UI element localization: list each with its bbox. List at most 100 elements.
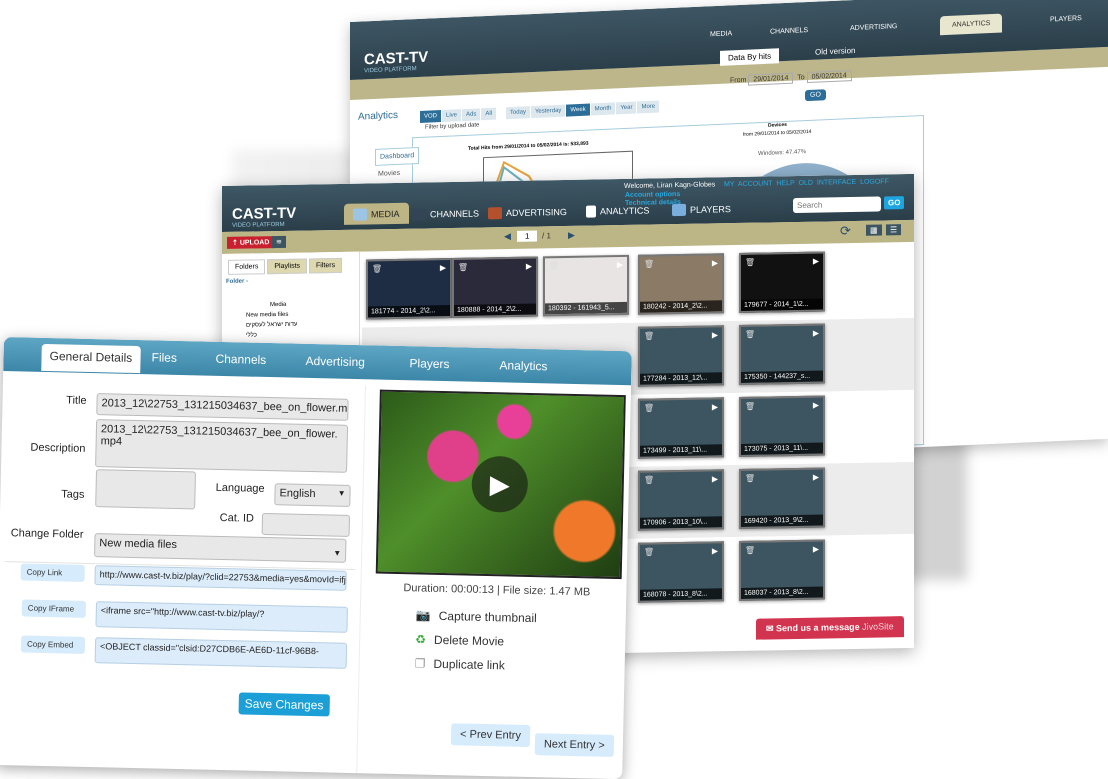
video-preview[interactable]: ▶ xyxy=(375,389,626,580)
tab-advertising[interactable]: ADVERTISING xyxy=(850,23,897,32)
tab-players[interactable]: PLAYERS xyxy=(672,203,731,217)
play-icon[interactable]: ▶ xyxy=(712,258,718,267)
play-icon[interactable]: ▶ xyxy=(712,330,718,339)
go-button[interactable]: GO xyxy=(805,89,826,102)
duplicate-link-action[interactable]: ❐ Duplicate link xyxy=(415,656,505,672)
subtab-data-by-hits[interactable]: Data By hits xyxy=(720,48,780,66)
subtab-old-version[interactable]: Old version xyxy=(815,46,855,57)
media-thumbnail[interactable]: 🗑 ▶ 173499 - 2013_11\... xyxy=(638,397,724,459)
media-thumbnail[interactable]: 🗑 ▶ 179677 - 2014_1\2... xyxy=(739,251,825,313)
live-button[interactable]: Live xyxy=(442,109,462,122)
copy-embed-button[interactable]: Copy Embed xyxy=(20,635,86,654)
tab-media[interactable]: MEDIA xyxy=(344,202,409,225)
media-thumbnail[interactable]: 🗑 ▶ 168037 - 2013_8\2... xyxy=(739,539,825,601)
next-entry-button[interactable]: Next Entry > xyxy=(534,733,614,757)
play-icon[interactable]: ▶ xyxy=(712,546,718,555)
trash-icon[interactable]: 🗑 xyxy=(372,264,382,273)
logoff-link[interactable]: LOGOFF xyxy=(860,178,889,186)
trash-icon[interactable]: 🗑 xyxy=(644,331,654,340)
media-thumbnail[interactable]: 🗑 ▶ 177284 - 2013_12\... xyxy=(638,325,724,387)
more-dropdown[interactable]: More xyxy=(637,100,660,114)
play-icon[interactable]: ▶ xyxy=(712,402,718,411)
week-button[interactable]: Week xyxy=(566,103,590,117)
media-thumbnail[interactable]: 🗑 ▶ 175350 - 144237_s... xyxy=(739,323,825,385)
tab-analytics[interactable]: Analytics xyxy=(499,358,547,373)
folder-select[interactable]: New media files ▼ xyxy=(94,533,347,563)
month-button[interactable]: Month xyxy=(590,102,616,116)
media-thumbnail[interactable]: 🗑 ▶ 180392 - 161943_5... xyxy=(543,254,629,317)
trash-icon[interactable]: 🗑 xyxy=(745,330,755,339)
wifi-icon[interactable]: ≋ xyxy=(272,235,286,249)
tab-advertising[interactable]: ADVERTISING xyxy=(488,206,567,220)
page-input[interactable]: 1 xyxy=(517,230,538,242)
play-icon[interactable]: ▶ xyxy=(813,257,819,266)
media-thumbnail[interactable]: 🗑 ▶ 181774 - 2014_2\2... xyxy=(366,257,452,320)
tab-channels[interactable]: Channels xyxy=(215,352,266,367)
next-page-icon[interactable]: ▶ xyxy=(568,230,575,241)
ads-button[interactable]: Ads xyxy=(462,108,481,122)
trash-icon[interactable]: 🗑 xyxy=(745,546,755,555)
copy-iframe-button[interactable]: Copy IFrame xyxy=(21,599,87,618)
trash-icon[interactable]: 🗑 xyxy=(458,263,468,272)
play-icon[interactable]: ▶ xyxy=(813,473,819,482)
media-thumbnail[interactable]: 🗑 ▶ 173075 - 2013_11\... xyxy=(739,395,825,457)
to-date-input[interactable]: 05/02/2014 xyxy=(806,70,852,84)
my-account-link[interactable]: MY ACCOUNT xyxy=(724,180,772,188)
from-date-input[interactable]: 29/01/2014 xyxy=(748,72,794,86)
filter-checkbox[interactable]: Filter by upload date xyxy=(425,122,479,130)
year-button[interactable]: Year xyxy=(616,101,637,115)
prev-entry-button[interactable]: < Prev Entry xyxy=(450,723,531,748)
tab-general-details[interactable]: General Details xyxy=(41,343,141,374)
media-thumbnail[interactable]: 🗑 ▶ 180242 - 2014_2\2... xyxy=(638,253,724,315)
description-input[interactable]: 2013_12\22753_131215034637_bee_on_flower… xyxy=(95,419,349,473)
iframe-field[interactable]: <iframe src="http://www.cast-tv.biz/play… xyxy=(95,601,348,633)
tab-players[interactable]: PLAYERS xyxy=(1050,15,1082,23)
refresh-icon[interactable]: ⟳ xyxy=(840,223,851,239)
help-link[interactable]: HELP xyxy=(776,180,794,187)
cat-id-input[interactable] xyxy=(261,512,351,537)
capture-thumbnail-action[interactable]: 📷 Capture thumbnail xyxy=(416,608,537,625)
tab-channels[interactable]: CHANNELS xyxy=(770,27,808,36)
tab-players[interactable]: Players xyxy=(409,356,449,371)
trash-icon[interactable]: 🗑 xyxy=(745,474,755,483)
play-icon[interactable]: ▶ xyxy=(471,455,529,513)
yesterday-button[interactable]: Yesterday xyxy=(530,104,566,119)
prev-page-icon[interactable]: ◀ xyxy=(504,231,511,242)
tab-files[interactable]: Files xyxy=(151,350,177,365)
tab-channels[interactable]: CHANNELS xyxy=(412,208,479,221)
trash-icon[interactable]: 🗑 xyxy=(644,547,654,556)
title-input[interactable]: 2013_12\22753_131215034637_bee_on_flower… xyxy=(96,393,349,421)
trash-icon[interactable]: 🗑 xyxy=(644,403,654,412)
embed-field[interactable]: <OBJECT classid="clsid:D27CDB6E-AE6D-11c… xyxy=(94,637,348,669)
trash-icon[interactable]: 🗑 xyxy=(745,258,755,267)
trash-icon[interactable]: 🗑 xyxy=(644,475,654,484)
old-interface-link[interactable]: OLD INTERFACE xyxy=(799,179,857,187)
account-options-link[interactable]: Account options xyxy=(625,191,680,199)
tags-input[interactable] xyxy=(95,469,197,510)
side-movies[interactable]: Movies xyxy=(378,170,400,178)
search-input[interactable] xyxy=(793,196,881,214)
chat-widget[interactable]: ✉ Send us a message JivoSite xyxy=(756,616,904,640)
list-view-icon[interactable]: ☰ xyxy=(886,224,902,236)
media-thumbnail[interactable]: 🗑 ▶ 169420 - 2013_9\2... xyxy=(739,467,825,529)
media-thumbnail[interactable]: 🗑 ▶ 168078 - 2013_8\2... xyxy=(638,541,724,603)
today-button[interactable]: Today xyxy=(505,106,530,120)
play-icon[interactable]: ▶ xyxy=(813,329,819,338)
language-select[interactable]: English ▼ xyxy=(274,483,351,507)
grid-view-icon[interactable]: ▦ xyxy=(866,224,882,236)
copy-link-button[interactable]: Copy Link xyxy=(20,563,85,582)
save-changes-button[interactable]: Save Changes xyxy=(238,692,330,717)
tab-advertising[interactable]: Advertising xyxy=(305,354,365,369)
upload-button[interactable]: ⇡ UPLOAD xyxy=(227,236,275,249)
trash-icon[interactable]: 🗑 xyxy=(644,259,654,268)
vod-button[interactable]: VOD xyxy=(420,110,442,123)
media-thumbnail[interactable]: 🗑 ▶ 180888 - 2014_2\2... xyxy=(452,256,538,318)
media-thumbnail[interactable]: 🗑 ▶ 170906 - 2013_10\... xyxy=(638,469,724,531)
all-button[interactable]: All xyxy=(481,107,497,121)
tab-analytics[interactable]: ANALYTICS xyxy=(940,13,1003,36)
tab-analytics[interactable]: ANALYTICS xyxy=(586,205,649,218)
trash-icon[interactable]: 🗑 xyxy=(549,261,559,270)
play-icon[interactable]: ▶ xyxy=(813,545,819,554)
play-icon[interactable]: ▶ xyxy=(526,262,532,271)
trash-icon[interactable]: 🗑 xyxy=(745,402,755,411)
